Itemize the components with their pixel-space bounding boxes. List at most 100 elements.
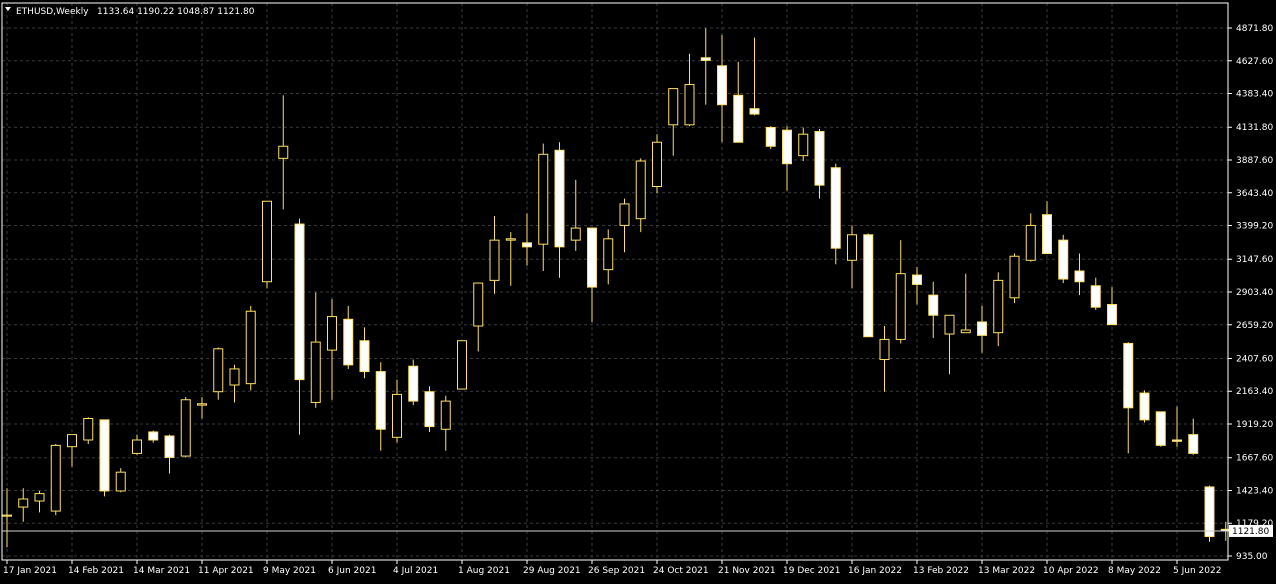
y-tick-label: 1919.20 [1236, 420, 1273, 430]
y-tick-label: 4383.40 [1236, 90, 1273, 100]
candle-body-bear [717, 65, 727, 106]
x-tick-label: 10 Apr 2022 [1043, 566, 1099, 576]
candle [424, 386, 435, 432]
candle-body-bull [115, 471, 126, 492]
x-tick-label: 24 Oct 2021 [653, 566, 709, 576]
candle-body-bull [505, 238, 516, 241]
y-tick-label: 3887.60 [1236, 156, 1273, 166]
candle-body-bear [359, 340, 370, 373]
y-tick-label: 4627.60 [1236, 57, 1273, 67]
candle-body-bear [99, 419, 110, 492]
y-tick-label: 1423.40 [1236, 486, 1273, 496]
y-tick-label: 4131.80 [1236, 123, 1273, 133]
x-tick-label: 29 Aug 2021 [523, 566, 581, 576]
symbol-label: ETHUSD,Weekly [16, 7, 89, 17]
candle-body-bull [67, 434, 77, 448]
candle-body-bull [944, 314, 955, 335]
candle-body-bear [375, 371, 386, 430]
candle-body-bull [960, 329, 971, 334]
candle-body-bear [733, 94, 744, 143]
candle-body-bull [34, 493, 45, 502]
candle [99, 419, 110, 497]
candle-body-bear [294, 223, 305, 381]
candle-body-bear [164, 435, 175, 458]
candle-body-bull [83, 418, 94, 441]
y-tick-label: 1667.60 [1236, 454, 1273, 464]
candle-body-bull [18, 498, 29, 508]
candle-body-bear [749, 108, 760, 115]
candle [1204, 485, 1215, 542]
candle-body-bear [700, 57, 711, 61]
candle [262, 200, 272, 289]
candle-body-bear [587, 227, 597, 288]
x-tick-label: 5 Jun 2022 [1173, 566, 1221, 576]
x-tick-label: 8 May 2022 [1108, 566, 1161, 576]
candle-body-bull [197, 403, 207, 406]
x-tick-label: 16 Jan 2022 [848, 566, 902, 576]
candle [457, 340, 467, 390]
candle-body-bull [213, 348, 224, 393]
y-tick-label: 2407.60 [1236, 354, 1273, 364]
candle-body-bull [847, 234, 857, 261]
candle-body-bull [229, 368, 240, 386]
candle-body-bull [570, 227, 581, 241]
candle-body-bear [554, 149, 565, 248]
candle-body-bull [798, 133, 809, 157]
x-tick-label: 6 Jun 2021 [328, 566, 376, 576]
candle [50, 444, 61, 516]
y-tick-label: 3147.60 [1236, 255, 1273, 265]
candle-body-bull [473, 282, 484, 327]
candle [1139, 390, 1150, 423]
candle-body-bull [993, 279, 1004, 334]
candle-body-bull [489, 239, 500, 281]
candle-body-bull [392, 393, 402, 438]
current-price-label: 1121.80 [1232, 527, 1269, 537]
candle [1155, 411, 1166, 447]
candle-body-bear [1090, 285, 1101, 308]
candle-body-bull [1009, 255, 1020, 299]
x-tick-label: 21 Nov 2021 [718, 566, 776, 576]
candle-body-bull [310, 341, 321, 403]
x-tick-label: 13 Feb 2022 [913, 566, 969, 576]
candlestick-chart[interactable]: 4871.80 4627.60 4383.40 4131.80 3887.60 3643.… [0, 0, 1276, 580]
candle-body-bear [1123, 342, 1134, 409]
candle-body-bear [1058, 239, 1069, 280]
x-tick-label: 26 Sep 2021 [588, 566, 645, 576]
candle-body-bull [538, 153, 549, 245]
x-tick-label: 11 Apr 2021 [198, 566, 254, 576]
candle-body-bear [343, 318, 354, 366]
candle-body-bull [895, 273, 906, 340]
candle-body-bear [148, 431, 159, 441]
candle-body-bear [1042, 214, 1052, 255]
candle-body-bull [619, 203, 630, 226]
candle-body-bear [1107, 304, 1117, 326]
candle-body-bull [1025, 224, 1036, 261]
candle [115, 468, 126, 493]
candle [213, 347, 224, 400]
candle-body-bull [457, 340, 467, 390]
candle-body-bull [440, 400, 451, 430]
candle-body-bull [262, 200, 272, 283]
y-tick-label: 935.00 [1236, 552, 1268, 562]
candle-body-bear [1074, 270, 1085, 283]
chart-area[interactable]: 4871.80 4627.60 4383.40 4131.80 3887.60 3643.… [0, 0, 1276, 580]
candle [1058, 234, 1069, 284]
candle-body-bear [782, 129, 792, 165]
candle-body-bull [180, 399, 191, 457]
candle-body-bull [245, 310, 256, 385]
candle [1009, 253, 1020, 304]
candle [180, 397, 191, 458]
candle-body-bear [424, 391, 435, 428]
candle-body-bear [912, 274, 922, 285]
candle [83, 417, 94, 445]
candle-body-bull [2, 514, 12, 517]
candle-body-bear [765, 126, 776, 147]
candle [652, 134, 662, 194]
y-tick-label: 2659.20 [1236, 321, 1273, 331]
candle-body-bull [327, 316, 337, 351]
x-tick-label: 14 Feb 2021 [68, 566, 124, 576]
chart-header: ETHUSD,Weekly 1133.64 1190.22 1048.87 11… [5, 7, 255, 17]
candle-body-bull [879, 338, 890, 361]
x-tick-label: 9 May 2021 [263, 566, 316, 576]
candle-body-bull [635, 160, 646, 220]
